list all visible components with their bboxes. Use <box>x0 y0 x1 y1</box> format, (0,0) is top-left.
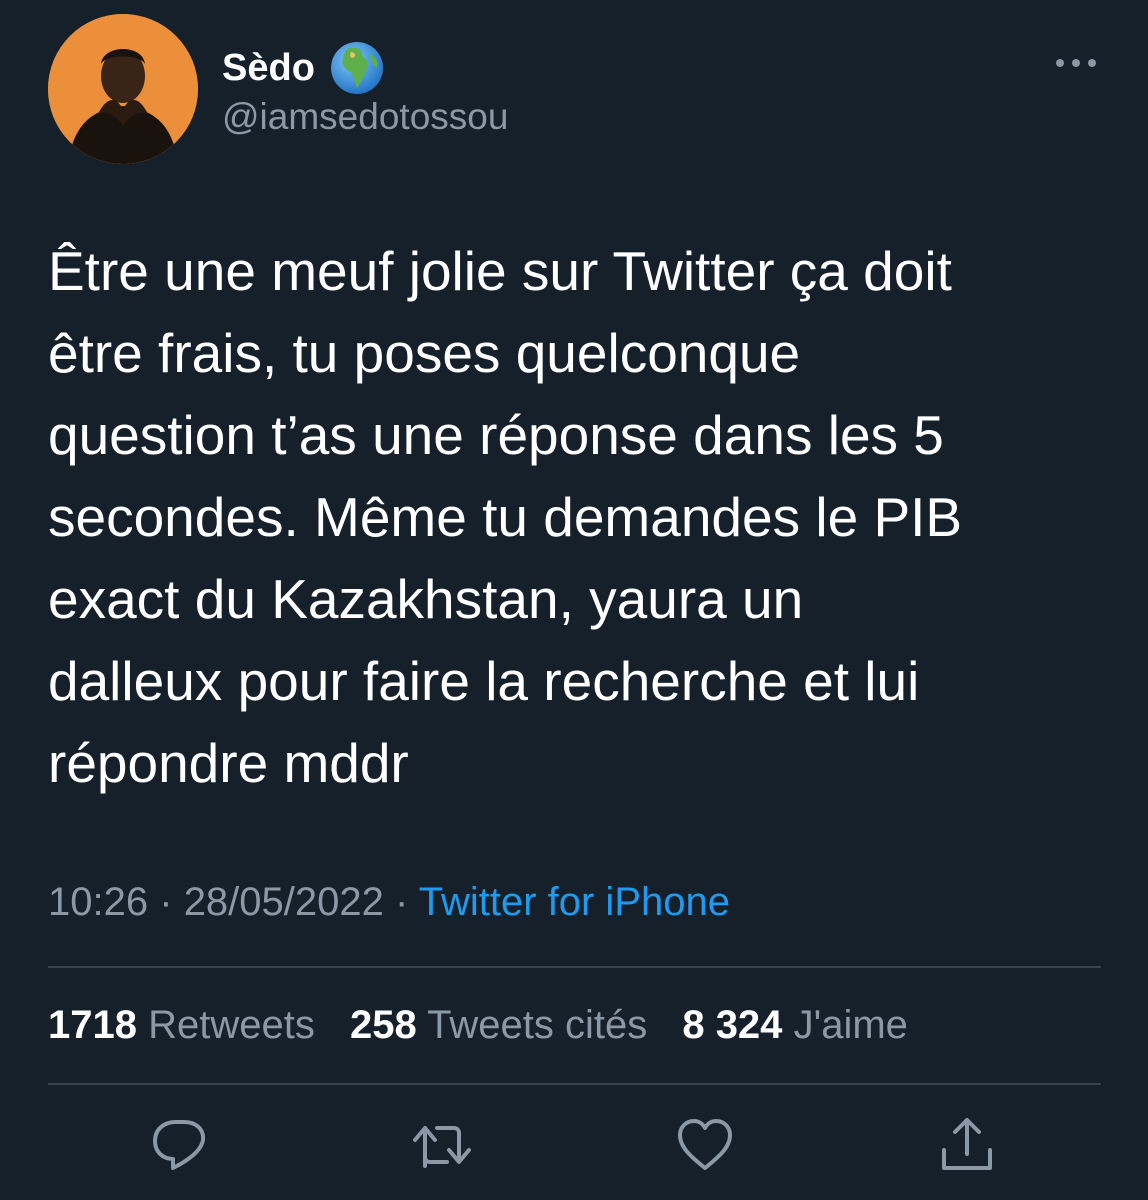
retweets-count: 1718 <box>48 1003 137 1047</box>
retweet-icon <box>413 1126 471 1168</box>
tweet-meta: 10:26 · 28/05/2022 · Twitter for iPhone <box>48 880 730 925</box>
avatar[interactable] <box>48 14 198 164</box>
tweet-text-line: exact du Kazakhstan, yaura un <box>48 568 804 630</box>
globe-africa-icon <box>330 42 383 94</box>
tweet-text: Être une meuf jolie sur Twitter ça doit … <box>48 230 1108 804</box>
more-options-icon[interactable] <box>1052 50 1100 76</box>
reply-icon <box>153 1120 206 1170</box>
share-icon <box>942 1118 992 1170</box>
divider <box>48 1083 1101 1085</box>
quotes-stat[interactable]: 258 Tweets cités <box>350 1003 647 1047</box>
display-name[interactable]: Sèdo <box>222 47 315 90</box>
tweet-source-link[interactable]: Twitter for iPhone <box>419 880 730 924</box>
author-handle[interactable]: @iamsedotossou <box>222 96 508 138</box>
quotes-count: 258 <box>349 1003 417 1047</box>
likes-label: J'aime <box>793 1003 908 1047</box>
meta-separator: · <box>159 880 173 924</box>
retweet-button[interactable] <box>409 1112 475 1178</box>
tweet-text-line: Être une meuf jolie sur Twitter ça doit <box>48 240 952 302</box>
like-button[interactable] <box>672 1112 738 1178</box>
tweet-date[interactable]: 28/05/2022 <box>184 880 384 924</box>
divider <box>48 966 1101 968</box>
retweets-stat[interactable]: 1718 Retweets <box>48 1003 315 1047</box>
tweet-time[interactable]: 10:26 <box>48 880 148 924</box>
likes-count: 8 324 <box>682 1003 783 1047</box>
tweet-stats: 1718 Retweets 258 Tweets cités 8 324 J'a… <box>48 1003 932 1048</box>
retweets-label: Retweets <box>148 1003 315 1047</box>
avatar-photo <box>48 14 198 164</box>
quotes-label: Tweets cités <box>427 1003 648 1047</box>
meta-separator: · <box>395 880 409 924</box>
likes-stat[interactable]: 8 324 J'aime <box>682 1003 908 1047</box>
tweet-text-line: répondre mddr <box>48 732 409 794</box>
like-icon <box>678 1119 732 1170</box>
tweet-text-line: dalleux pour faire la recherche et lui <box>48 650 920 712</box>
author-name-row: Sèdo <box>222 40 385 96</box>
tweet-text-line: être frais, tu poses quelconque <box>48 322 801 384</box>
tweet-text-line: secondes. Même tu demandes le PIB <box>48 486 963 548</box>
tweet-text-line: question t’as une réponse dans les 5 <box>48 404 944 466</box>
action-bar <box>0 1112 1148 1182</box>
share-button[interactable] <box>934 1112 1000 1178</box>
reply-button[interactable] <box>147 1112 213 1178</box>
